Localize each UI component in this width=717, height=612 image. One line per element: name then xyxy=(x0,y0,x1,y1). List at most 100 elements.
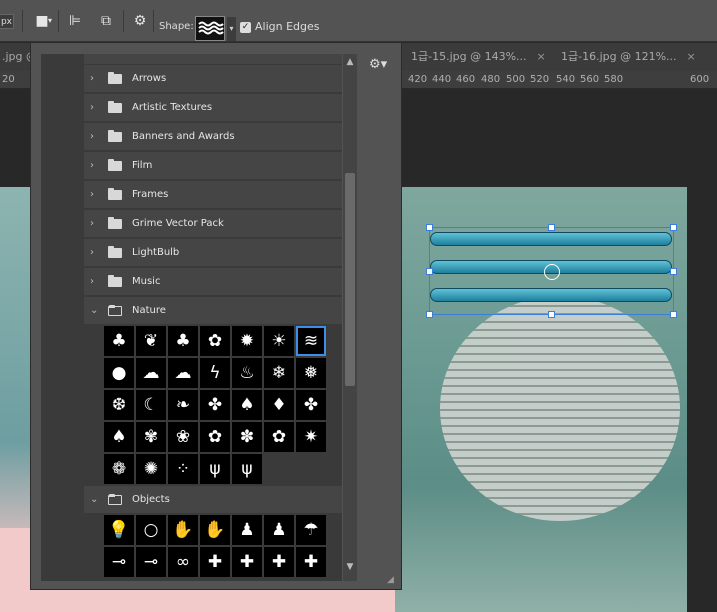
tree-icon[interactable]: ♣ xyxy=(104,326,134,356)
maple-leaf-icon[interactable]: ✤ xyxy=(200,390,230,420)
fern-icon[interactable]: ❦ xyxy=(136,326,166,356)
footprint-icon[interactable]: ♟ xyxy=(232,515,262,545)
chevron-right-icon[interactable]: › xyxy=(90,218,104,229)
chevron-right-icon[interactable]: › xyxy=(90,102,104,113)
leaf-4-icon[interactable]: ♠ xyxy=(104,422,134,452)
flower-icon[interactable]: ❀ xyxy=(168,422,198,452)
puzzle-2-icon[interactable]: ✚ xyxy=(232,547,262,577)
chevron-right-icon[interactable]: › xyxy=(90,189,104,200)
shamrock-icon[interactable]: ♣ xyxy=(168,326,198,356)
sun-icon[interactable]: ☀ xyxy=(264,326,294,356)
leaf-icon[interactable]: ❧ xyxy=(168,390,198,420)
leaf-5-icon[interactable]: ✾ xyxy=(136,422,166,452)
clover-icon[interactable]: ✿ xyxy=(264,422,294,452)
umbrella-icon[interactable]: ☂ xyxy=(296,515,326,545)
hand-icon[interactable]: ✋ xyxy=(168,515,198,545)
close-icon[interactable]: × xyxy=(537,50,546,63)
cloud-icon[interactable]: ☁ xyxy=(136,358,166,388)
options-bar: px ■ ▾ ⊫ ⧉ ⚙ Shape: ▾ ✓ Align Edges xyxy=(0,0,717,42)
folder-artistic-textures[interactable]: › Artistic Textures xyxy=(84,94,342,122)
folder-nature[interactable]: ⌄ Nature xyxy=(84,297,342,325)
crescent-moon-icon[interactable]: ☾ xyxy=(136,390,166,420)
scrollbar-thumb[interactable] xyxy=(345,173,355,386)
path-arrange-icon[interactable]: ⧉ xyxy=(96,12,116,30)
close-icon[interactable]: × xyxy=(687,50,696,63)
transform-bounding-box[interactable] xyxy=(426,224,677,318)
leaf-3-icon[interactable]: ♦ xyxy=(264,390,294,420)
chevron-right-icon[interactable]: › xyxy=(90,73,104,84)
waves-icon[interactable]: ≋ xyxy=(296,326,326,356)
hand-outline-icon[interactable]: ✋ xyxy=(200,515,230,545)
chevron-down-icon[interactable]: ⌄ xyxy=(90,305,104,316)
chevron-down-icon[interactable]: ▾ xyxy=(227,17,236,41)
folder-label: Music xyxy=(132,276,161,287)
snowflake-3-icon[interactable]: ❆ xyxy=(104,390,134,420)
folder-film[interactable]: › Film xyxy=(84,152,342,180)
chevron-down-icon[interactable]: ▼ xyxy=(343,562,357,574)
maple-leaf-2-icon[interactable]: ✤ xyxy=(296,390,326,420)
folder-label: Film xyxy=(132,160,153,171)
lightning-icon[interactable]: ϟ xyxy=(200,358,230,388)
key-2-icon[interactable]: ⊸ xyxy=(136,547,166,577)
divider xyxy=(58,10,59,32)
chevron-right-icon[interactable]: › xyxy=(90,160,104,171)
butterfly-icon[interactable]: ✿ xyxy=(200,326,230,356)
grass-texture-icon[interactable]: ⁘ xyxy=(168,454,198,484)
align-edges-checkbox[interactable]: ✓ xyxy=(240,22,251,33)
folder-lightbulb[interactable]: › LightBulb xyxy=(84,239,342,267)
grass-icon[interactable]: ψ xyxy=(200,454,230,484)
bow-icon[interactable]: ∞ xyxy=(168,547,198,577)
puzzle-icon[interactable]: ✚ xyxy=(200,547,230,577)
gear-icon[interactable]: ⚙ xyxy=(130,12,150,30)
transform-handle[interactable] xyxy=(670,311,677,318)
chevron-right-icon[interactable]: › xyxy=(90,276,104,287)
puzzle-3-icon[interactable]: ✚ xyxy=(264,547,294,577)
folder-frames[interactable]: › Frames xyxy=(84,181,342,209)
flower-3-icon[interactable]: ✽ xyxy=(232,422,262,452)
transform-handle[interactable] xyxy=(426,224,433,231)
puzzle-4-icon[interactable]: ✚ xyxy=(296,547,326,577)
chevron-right-icon[interactable]: › xyxy=(90,247,104,258)
transform-handle[interactable] xyxy=(548,224,555,231)
folder-objects[interactable]: ⌄ Objects xyxy=(84,486,342,514)
tab-document-15[interactable]: 1급-15.jpg @ 143%... × xyxy=(403,43,548,71)
folder-grime-vector-pack[interactable]: › Grime Vector Pack xyxy=(84,210,342,238)
daisy-2-icon[interactable]: ✺ xyxy=(136,454,166,484)
unit-field[interactable]: px xyxy=(0,14,14,29)
resize-grip-icon[interactable]: ◢ xyxy=(387,575,399,587)
lightbulb-outline-icon[interactable]: ○ xyxy=(136,515,166,545)
lightbulb-icon[interactable]: 💡 xyxy=(104,515,134,545)
chevron-down-icon[interactable]: ⌄ xyxy=(90,494,104,505)
folder-banners-and-awards[interactable]: › Banners and Awards xyxy=(84,123,342,151)
starburst-icon[interactable]: ✷ xyxy=(296,422,326,452)
transform-handle[interactable] xyxy=(426,311,433,318)
daisy-icon[interactable]: ❁ xyxy=(104,454,134,484)
divider xyxy=(123,10,124,32)
chevron-right-icon[interactable]: › xyxy=(90,131,104,142)
snowflake-icon[interactable]: ❄ xyxy=(264,358,294,388)
align-edges-label: Align Edges xyxy=(255,20,320,33)
chevron-down-icon[interactable]: ▾ xyxy=(46,12,54,30)
grass-2-icon[interactable]: ψ xyxy=(232,454,262,484)
flower-2-icon[interactable]: ✿ xyxy=(200,422,230,452)
transform-handle[interactable] xyxy=(670,268,677,275)
transform-handle[interactable] xyxy=(670,224,677,231)
fire-icon[interactable]: ♨ xyxy=(232,358,262,388)
path-align-icon[interactable]: ⊫ xyxy=(65,12,85,30)
chevron-up-icon[interactable]: ▲ xyxy=(343,57,357,69)
waves-icon xyxy=(198,21,224,35)
transform-handle[interactable] xyxy=(426,268,433,275)
cloud-outline-icon[interactable]: ☁ xyxy=(168,358,198,388)
footprint-2-icon[interactable]: ♟ xyxy=(264,515,294,545)
sun-rays-icon[interactable]: ✹ xyxy=(232,326,262,356)
key-icon[interactable]: ⊸ xyxy=(104,547,134,577)
folder-music[interactable]: › Music xyxy=(84,268,342,296)
raindrop-icon[interactable]: ● xyxy=(104,358,134,388)
folder-arrows[interactable]: › Arrows xyxy=(84,65,342,93)
shape-picker-button[interactable] xyxy=(195,16,225,41)
snowflake-2-icon[interactable]: ❅ xyxy=(296,358,326,388)
leaf-2-icon[interactable]: ♠ xyxy=(232,390,262,420)
transform-handle[interactable] xyxy=(548,311,555,318)
gear-icon[interactable]: ⚙▾ xyxy=(369,57,387,73)
tab-document-16[interactable]: 1급-16.jpg @ 121%... × xyxy=(553,43,703,71)
